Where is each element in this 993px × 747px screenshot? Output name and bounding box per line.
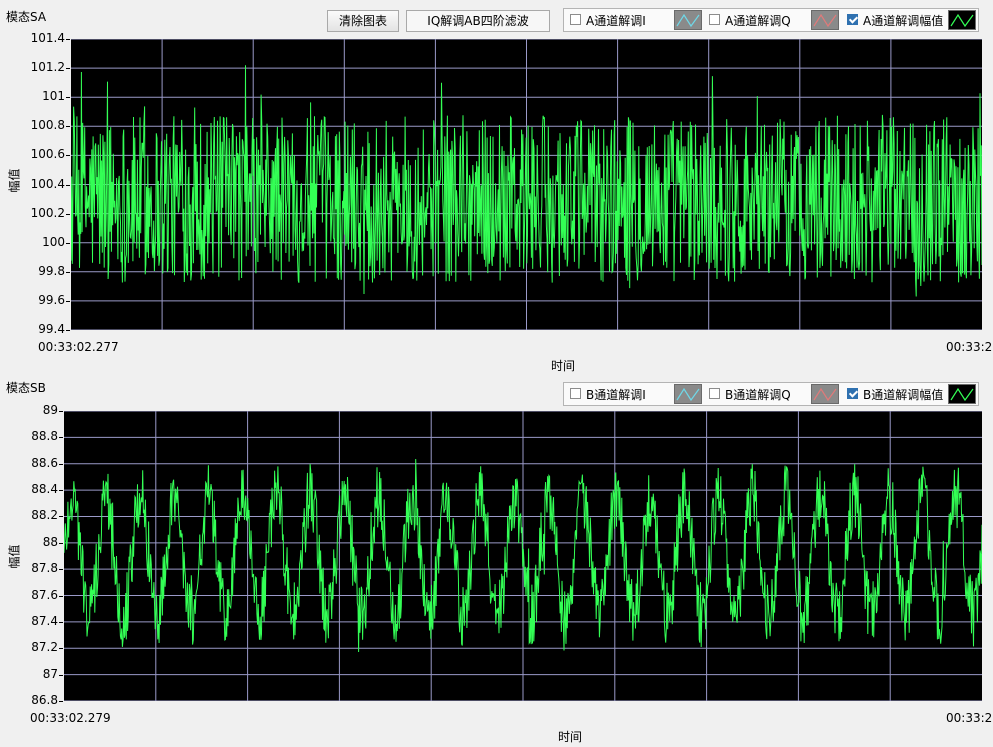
y-tick-label: 101.4 — [30, 31, 65, 45]
y-tick-mark — [59, 701, 63, 702]
y-tick-label: 100.8 — [30, 118, 65, 133]
y-tick-label: 100.6 — [30, 147, 65, 162]
chart-a-title: 模态SA — [6, 10, 47, 24]
y-tick-mark — [59, 411, 63, 412]
y-tick-label: 99.4 — [38, 322, 65, 336]
y-tick-label: 100.4 — [30, 176, 65, 191]
legend-label-b-amp: B通道解调幅值 — [863, 388, 944, 402]
red-line-icon[interactable] — [811, 10, 839, 30]
chart-a-x-start: 00:33:02.277 — [38, 340, 119, 354]
y-tick-label: 88.6 — [31, 455, 58, 470]
legend-label-b-q: B通道解调Q — [725, 388, 791, 402]
legend-label-b-i: B通道解调I — [586, 388, 646, 402]
clear-chart-button[interactable]: 清除图表 — [327, 10, 399, 32]
y-tick-mark — [66, 242, 70, 244]
y-tick-label: 88 — [42, 534, 58, 549]
y-tick-mark — [59, 490, 63, 492]
y-tick-mark — [59, 463, 63, 465]
legend-item-a-q[interactable]: A通道解调Q — [706, 9, 844, 31]
y-tick-mark — [66, 184, 70, 186]
legend-item-b-i[interactable]: B通道解调I — [564, 383, 704, 405]
y-tick-mark — [59, 569, 63, 571]
legend-checkbox-a-amp[interactable] — [847, 14, 858, 25]
y-tick-mark — [66, 97, 70, 99]
legend-label-a-q: A通道解调Q — [725, 14, 791, 28]
chart-b-x-end: 00:33:21 — [946, 711, 993, 725]
y-tick-label: 87 — [42, 666, 58, 681]
y-tick-mark — [66, 39, 70, 40]
y-tick-mark — [59, 595, 63, 597]
legend-label-a-amp: A通道解调幅值 — [863, 14, 944, 28]
y-tick-mark — [59, 621, 63, 623]
legend-item-a-amp[interactable]: A通道解调幅值 — [844, 9, 978, 31]
y-tick-label: 100.2 — [30, 205, 65, 220]
legend-item-a-i[interactable]: A通道解调I — [564, 9, 704, 31]
y-tick-mark — [66, 271, 70, 273]
iq-filter-button[interactable]: IQ解调AB四阶滤波 — [406, 10, 550, 32]
y-tick-label: 99.6 — [38, 292, 65, 307]
y-tick-mark — [66, 213, 70, 215]
cyan-line-icon[interactable] — [674, 10, 702, 30]
y-tick-label: 88.8 — [31, 429, 58, 444]
y-tick-label: 88.2 — [31, 508, 58, 523]
y-tick-label: 100 — [42, 234, 65, 249]
y-tick-label: 88.4 — [31, 482, 58, 497]
chart-b-x-label: 时间 — [558, 730, 583, 744]
chart-b-title: 模态SB — [6, 381, 46, 395]
legend-checkbox-b-q[interactable] — [709, 388, 720, 399]
y-tick-mark — [59, 542, 63, 544]
y-tick-mark — [59, 516, 63, 518]
y-tick-mark — [66, 155, 70, 157]
red-line-icon[interactable] — [811, 384, 839, 404]
y-tick-mark — [66, 126, 70, 128]
legend-label-a-i: A通道解调I — [586, 14, 646, 28]
y-tick-label: 89 — [42, 403, 58, 417]
y-tick-label: 101.2 — [30, 60, 65, 75]
y-tick-label: 99.8 — [38, 263, 65, 278]
chart-b-legend: B通道解调I B通道解调Q B通道解调幅值 — [563, 382, 979, 406]
chart-a-legend: A通道解调I A通道解调Q A通道解调幅值 — [563, 8, 979, 32]
cyan-line-icon[interactable] — [674, 384, 702, 404]
y-tick-mark — [59, 674, 63, 676]
legend-checkbox-a-q[interactable] — [709, 14, 720, 25]
green-line-icon[interactable] — [948, 10, 976, 30]
y-tick-label: 87.2 — [31, 640, 58, 655]
legend-checkbox-b-amp[interactable] — [847, 388, 858, 399]
legend-item-b-amp[interactable]: B通道解调幅值 — [844, 383, 978, 405]
y-tick-label: 86.8 — [31, 693, 58, 707]
y-tick-label: 101 — [42, 89, 65, 104]
chart-a-x-label: 时间 — [551, 359, 576, 373]
chart-a-x-end: 00:33:21 — [946, 340, 993, 354]
green-line-icon[interactable] — [948, 384, 976, 404]
legend-item-b-q[interactable]: B通道解调Q — [706, 383, 844, 405]
chart-b-x-start: 00:33:02.279 — [30, 711, 111, 725]
y-tick-label: 87.6 — [31, 587, 58, 602]
y-tick-mark — [66, 68, 70, 70]
y-tick-label: 87.4 — [31, 613, 58, 628]
legend-checkbox-a-i[interactable] — [570, 14, 581, 25]
y-tick-mark — [66, 330, 70, 331]
chart-b-plot[interactable] — [64, 411, 982, 701]
y-tick-label: 87.8 — [31, 561, 58, 576]
y-tick-mark — [66, 300, 70, 302]
y-tick-mark — [59, 648, 63, 650]
y-tick-mark — [59, 437, 63, 439]
chart-a-plot[interactable] — [71, 39, 982, 330]
legend-checkbox-b-i[interactable] — [570, 388, 581, 399]
